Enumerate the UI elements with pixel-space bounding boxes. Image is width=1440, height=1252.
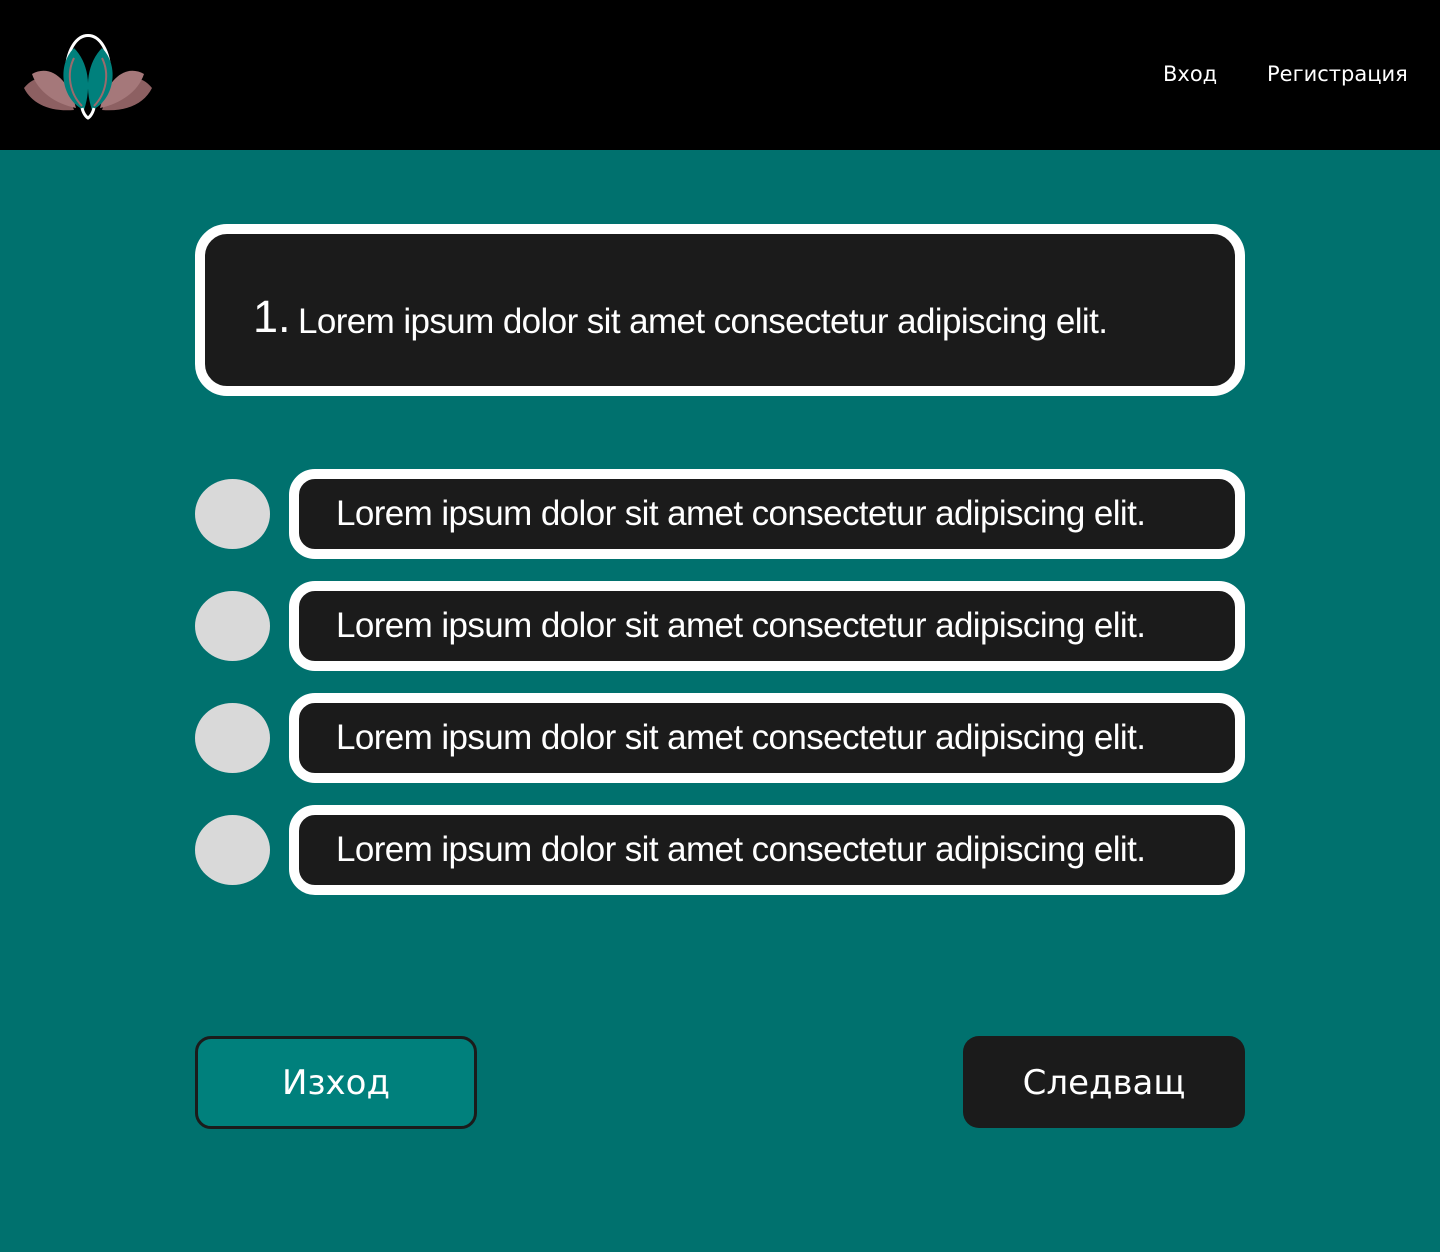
answer-radio-button[interactable]	[195, 703, 270, 773]
answer-radio-button[interactable]	[195, 815, 270, 885]
answer-text: Lorem ipsum dolor sit amet consectetur a…	[336, 494, 1146, 533]
question-card: 1. Lorem ipsum dolor sit amet consectetu…	[195, 224, 1245, 396]
nav-login-link[interactable]: Вход	[1163, 62, 1217, 86]
answer-radio-button[interactable]	[195, 591, 270, 661]
exit-button[interactable]: Изход	[195, 1036, 477, 1129]
answer-card[interactable]: Lorem ipsum dolor sit amet consectetur a…	[289, 805, 1245, 895]
next-button-label: Следващ	[1022, 1063, 1186, 1103]
answer-text: Lorem ipsum dolor sit amet consectetur a…	[336, 718, 1146, 757]
answer-card[interactable]: Lorem ipsum dolor sit amet consectetur a…	[289, 693, 1245, 783]
answer-radio-button[interactable]	[195, 479, 270, 549]
next-button[interactable]: Следващ	[963, 1036, 1245, 1128]
answer-option[interactable]: Lorem ipsum dolor sit amet consectetur a…	[195, 581, 1245, 671]
answer-text: Lorem ipsum dolor sit amet consectetur a…	[336, 606, 1146, 645]
nav-register-link[interactable]: Регистрация	[1267, 62, 1408, 86]
answer-card[interactable]: Lorem ipsum dolor sit amet consectetur a…	[289, 469, 1245, 559]
answer-option[interactable]: Lorem ipsum dolor sit amet consectetur a…	[195, 693, 1245, 783]
exit-button-label: Изход	[282, 1063, 390, 1103]
question-number: 1.	[253, 291, 291, 342]
answer-option[interactable]: Lorem ipsum dolor sit amet consectetur a…	[195, 805, 1245, 895]
lotus-headphones-logo-icon[interactable]	[22, 30, 154, 120]
answer-option[interactable]: Lorem ipsum dolor sit amet consectetur a…	[195, 469, 1245, 559]
answer-card[interactable]: Lorem ipsum dolor sit amet consectetur a…	[289, 581, 1245, 671]
answer-text: Lorem ipsum dolor sit amet consectetur a…	[336, 830, 1146, 869]
question-text: Lorem ipsum dolor sit amet consectetur a…	[298, 302, 1108, 341]
top-header: Вход Регистрация	[0, 0, 1440, 150]
